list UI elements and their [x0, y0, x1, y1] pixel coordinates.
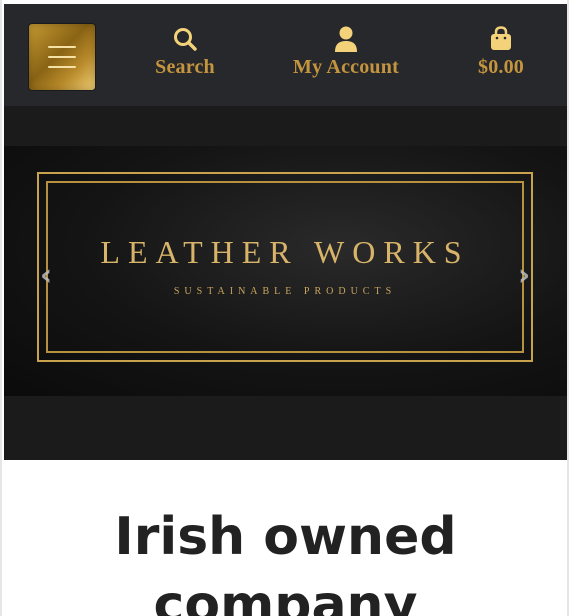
page: Search My Account $0.00 LEATHER WORKS SU… [0, 0, 569, 616]
search-label: Search [155, 56, 215, 78]
brand-logo-title: LEATHER WORKS [100, 234, 470, 270]
hamburger-icon [48, 46, 76, 68]
top-navigation-bar: Search My Account $0.00 [4, 4, 567, 106]
brand-logo-subtitle: SUSTAINABLE PRODUCTS [173, 286, 397, 297]
user-icon [333, 24, 359, 54]
chevron-left-icon: ‹ [39, 257, 53, 293]
hero-carousel: LEATHER WORKS SUSTAINABLE PRODUCTS ‹ › [4, 106, 567, 460]
menu-button[interactable] [28, 23, 96, 91]
my-account-label: My Account [293, 56, 399, 78]
cart-link[interactable]: $0.00 [466, 24, 536, 79]
page-headline: Irish owned company [114, 506, 457, 616]
hero-slide: LEATHER WORKS SUSTAINABLE PRODUCTS ‹ › [4, 146, 567, 396]
carousel-next-button[interactable]: › [512, 257, 536, 293]
search-icon [172, 24, 198, 54]
chevron-right-icon: › [517, 257, 531, 293]
my-account-link[interactable]: My Account [281, 24, 411, 79]
cart-total: $0.00 [478, 56, 524, 78]
search-link[interactable]: Search [145, 24, 225, 79]
shopping-bag-icon [489, 24, 513, 54]
carousel-prev-button[interactable]: ‹ [34, 257, 58, 293]
